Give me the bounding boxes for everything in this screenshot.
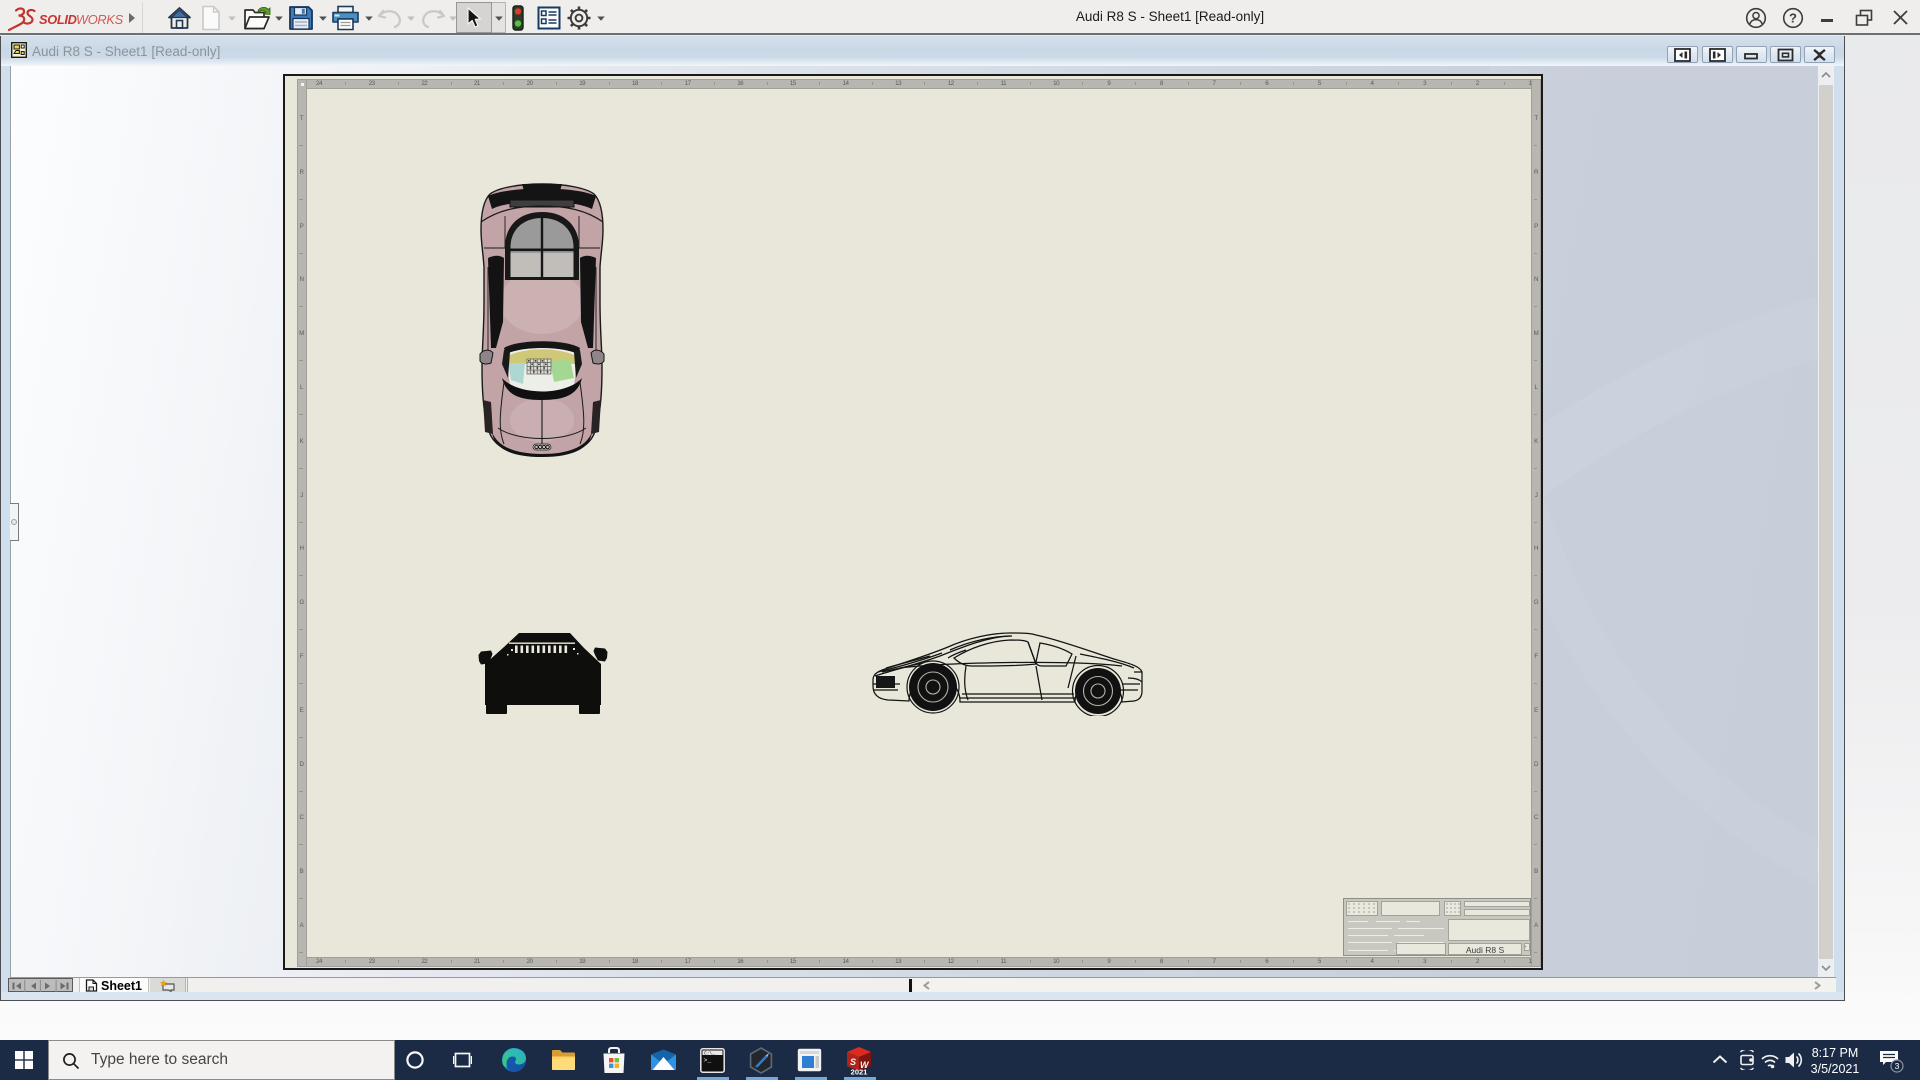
svg-text:3: 3 [1895, 1061, 1900, 1071]
svg-text:WORKS: WORKS [76, 12, 124, 27]
svg-text:2021: 2021 [851, 1068, 868, 1076]
svg-text:?: ? [1789, 11, 1797, 26]
svg-text:S: S [850, 1057, 856, 1067]
svg-text:>_: >_ [704, 1057, 712, 1064]
svg-text:SOLID: SOLID [39, 12, 77, 27]
svg-text:C:\_: C:\_ [704, 1050, 715, 1056]
